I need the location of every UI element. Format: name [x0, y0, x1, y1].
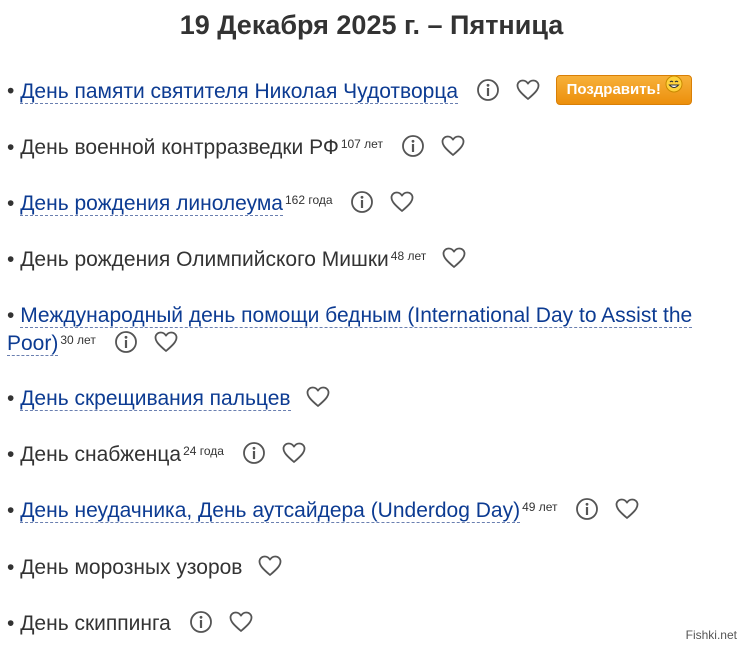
info-icon[interactable] — [575, 497, 599, 521]
holiday-item: • День военной контрразведки РФ 107 лет — [7, 134, 465, 162]
bullet: • — [7, 443, 15, 466]
heart-icon[interactable] — [282, 442, 306, 464]
heart-icon[interactable] — [441, 135, 465, 157]
holiday-item: • Международный день помощи бедным (Inte… — [7, 302, 742, 358]
smiling-face-emoji-icon — [665, 75, 683, 103]
holiday-item: • День снабженца 24 года — [7, 441, 306, 469]
bullet: • — [7, 248, 15, 271]
bullet: • — [7, 556, 15, 579]
heart-icon[interactable] — [258, 555, 282, 577]
watermark: Fishki.net — [685, 628, 737, 642]
holiday-label: День военной контрразведки РФ — [20, 136, 339, 159]
info-icon[interactable] — [401, 134, 425, 158]
age-badge: 49 лет — [522, 500, 558, 514]
holiday-link[interactable]: День памяти святителя Николая Чудотворца — [20, 79, 459, 104]
bullet: • — [7, 192, 15, 215]
heart-icon[interactable] — [229, 611, 253, 633]
holiday-item: • День морозных узоров — [7, 554, 282, 582]
holiday-link[interactable]: День рождения линолеума — [20, 192, 283, 216]
info-icon[interactable] — [476, 78, 500, 102]
heart-icon[interactable] — [442, 247, 466, 269]
bullet: • — [7, 612, 15, 635]
age-badge: 48 лет — [390, 249, 427, 263]
bullet: • — [7, 499, 15, 522]
holiday-label: День рождения Олимпийского Мишки — [20, 248, 389, 271]
heart-icon[interactable] — [390, 191, 414, 213]
age-badge: 162 года — [285, 193, 333, 207]
holiday-item: • День памяти святителя Николая Чудотвор… — [7, 75, 692, 107]
age-badge: 30 лет — [60, 333, 96, 347]
info-icon[interactable] — [242, 441, 266, 465]
age-badge: 107 лет — [340, 137, 383, 151]
congratulate-button[interactable]: Поздравить! — [555, 75, 692, 105]
holiday-item: • День рождения линолеума 162 года — [7, 190, 414, 218]
heart-icon[interactable] — [516, 79, 540, 101]
holiday-link[interactable]: День неудачника, День аутсайдера (Underd… — [20, 499, 521, 523]
holiday-link[interactable]: Международный день помощи бедным (Intern… — [7, 304, 693, 356]
info-icon[interactable] — [189, 610, 213, 634]
congratulate-button-label: Поздравить! — [566, 81, 661, 98]
heart-icon[interactable] — [154, 331, 178, 353]
bullet: • — [7, 136, 15, 159]
holiday-item: • День рождения Олимпийского Мишки 48 лет — [7, 246, 466, 274]
age-badge: 24 года — [183, 444, 224, 458]
heart-icon[interactable] — [615, 498, 639, 520]
holiday-item: • День скиппинга — [7, 610, 253, 638]
info-icon[interactable] — [114, 330, 138, 354]
holiday-label: День снабженца — [20, 443, 182, 466]
holiday-label: День скиппинга — [20, 612, 171, 635]
heart-icon[interactable] — [306, 386, 330, 408]
holiday-item: • День неудачника, День аутсайдера (Unde… — [7, 497, 639, 525]
holiday-item: • День скрещивания пальцев — [7, 385, 330, 413]
holiday-label: День морозных узоров — [20, 556, 243, 579]
info-icon[interactable] — [350, 190, 374, 214]
bullet: • — [7, 79, 15, 103]
bullet: • — [7, 387, 15, 410]
bullet: • — [7, 304, 15, 327]
page-title: 19 Декабря 2025 г. – Пятница — [179, 10, 564, 40]
holiday-link[interactable]: День скрещивания пальцев — [20, 387, 291, 411]
